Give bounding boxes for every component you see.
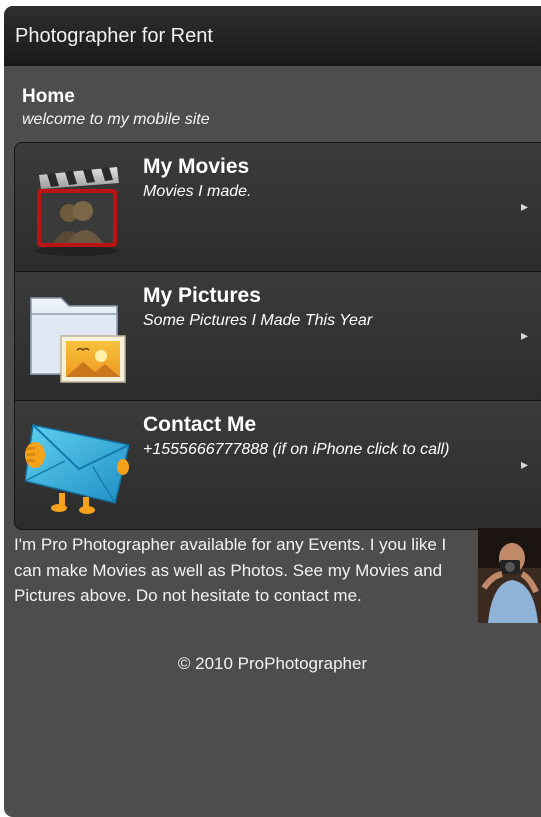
site-title: Photographer for Rent [15, 25, 213, 47]
mail-envelope-icon [25, 424, 129, 514]
menu-item-description: Movies I made. [143, 183, 252, 200]
menu-item-description: Some Pictures I Made This Year [143, 312, 373, 329]
chevron-right-icon: ▸ [520, 198, 528, 214]
menu-item-contact-me[interactable]: Contact Me +1555666777888 (if on iPhone … [15, 401, 541, 529]
navigation-menu: My Movies Movies I made. ▸ My Pictures S… [14, 142, 541, 530]
photographer-photo [478, 528, 541, 623]
page-header: Photographer for Rent [4, 6, 541, 66]
footer-copyright: © 2010 ProPhotographer [177, 654, 368, 673]
about-text: I'm Pro Photographer available for any E… [14, 535, 447, 605]
menu-item-label: My Movies [143, 155, 250, 178]
page-title: Home [22, 86, 75, 107]
menu-item-label: Contact Me [143, 413, 257, 436]
menu-item-my-movies[interactable]: My Movies Movies I made. ▸ [15, 143, 541, 272]
chevron-right-icon: ▸ [520, 327, 528, 343]
menu-item-my-pictures[interactable]: My Pictures Some Pictures I Made This Ye… [15, 272, 541, 401]
chevron-right-icon: ▸ [520, 456, 528, 472]
mobile-site-screen: Photographer for Rent Home welcome to my… [4, 6, 541, 817]
intro-section: Home welcome to my mobile site [4, 66, 541, 129]
menu-item-label: My Pictures [143, 284, 261, 307]
picture-folder-icon [30, 297, 126, 383]
page-subtitle: welcome to my mobile site [22, 111, 210, 128]
menu-item-description[interactable]: +1555666777888 (if on iPhone click to ca… [143, 441, 449, 459]
film-clapperboard-icon [35, 167, 119, 256]
